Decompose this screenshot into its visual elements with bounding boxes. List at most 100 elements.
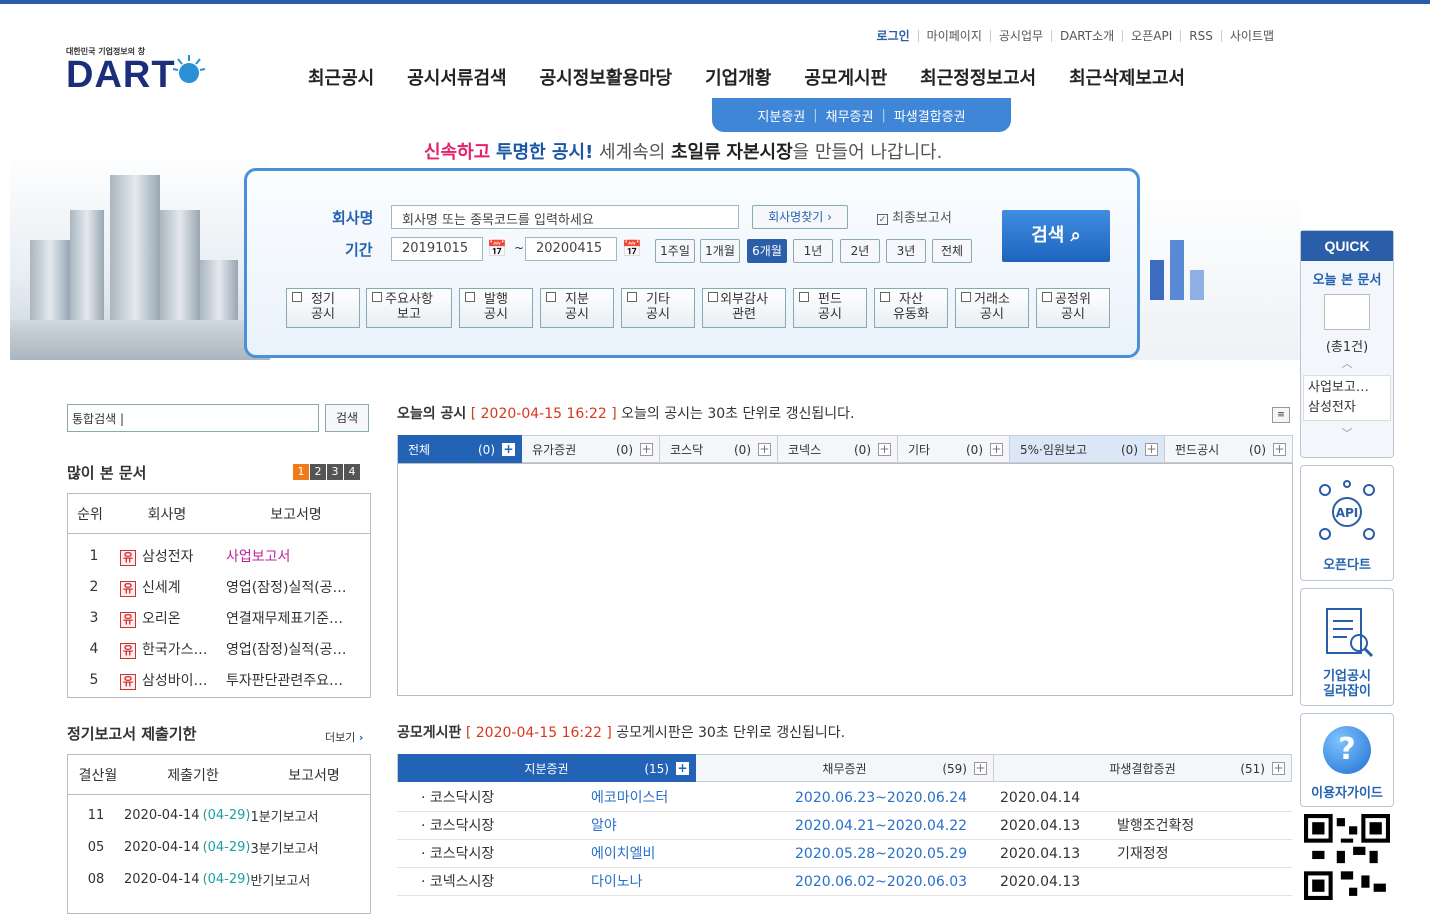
- plus-icon: +: [640, 442, 653, 456]
- table-row[interactable]: 3 유 오리온 연결재무제표기준…: [68, 602, 370, 633]
- period-6month[interactable]: 6개월: [747, 239, 787, 263]
- category-periodic[interactable]: 정기 공시: [286, 288, 360, 328]
- tab-today-other[interactable]: 기타 (0) +: [898, 435, 1010, 463]
- find-company-button[interactable]: 회사명찾기 ›: [752, 205, 848, 229]
- sitemap-link[interactable]: 사이트맵: [1220, 30, 1282, 42]
- table-row[interactable]: · 코스닥시장 에이치엘비 2020.05.28~2020.05.29 2020.04…: [397, 840, 1292, 868]
- top-accent-bar: [0, 0, 1430, 4]
- rss-link[interactable]: RSS: [1180, 30, 1221, 42]
- date-from-input[interactable]: 20191015: [391, 237, 483, 261]
- plus-icon: +: [878, 442, 891, 456]
- plus-icon: +: [974, 761, 987, 775]
- chevron-down-icon[interactable]: ﹀: [1301, 425, 1393, 441]
- disclosure-work-link[interactable]: 공시업무: [989, 30, 1051, 42]
- category-abs[interactable]: 자산 유동화: [874, 288, 948, 328]
- open-dart-card[interactable]: API 오픈다트: [1300, 465, 1394, 581]
- final-report-checkbox[interactable]: ✓ 최종보고서: [877, 207, 952, 226]
- category-major[interactable]: 주요사항 보고: [366, 288, 452, 328]
- nav-recent-disclosures[interactable]: 최근공시: [308, 64, 374, 90]
- chevron-right-icon: ›: [358, 731, 364, 744]
- period-1week[interactable]: 1주일: [655, 239, 695, 263]
- popular-header: 순위 회사명 보고서명: [68, 494, 370, 534]
- tab-offering-equity[interactable]: 지분증권 (15) +: [398, 754, 696, 782]
- nav-recent-deletions[interactable]: 최근삭제보고서: [1069, 64, 1185, 90]
- plus-icon: +: [502, 442, 515, 456]
- dart-logo[interactable]: 대한민국 기업정보의 창 DART: [66, 46, 246, 96]
- offering-header: 공모게시판 [ 2020-04-15 16:22 ] 공모게시판은 30초 단위…: [397, 725, 846, 741]
- table-row[interactable]: · 코스닥시장 알야 2020.04.21~2020.04.22 2020.04.13…: [397, 812, 1292, 840]
- category-equity[interactable]: 지분 공시: [540, 288, 614, 328]
- api-icon: API: [1319, 480, 1375, 540]
- popular-pager: 1 2 3 4: [293, 464, 360, 480]
- nav-company-overview[interactable]: 기업개황: [705, 64, 771, 90]
- calendar-from-icon[interactable]: 📅: [487, 239, 507, 258]
- open-api-link[interactable]: 오픈API: [1122, 30, 1180, 42]
- period-3year[interactable]: 3년: [886, 239, 926, 263]
- calendar-to-icon[interactable]: 📅: [622, 239, 642, 258]
- table-row[interactable]: 11 2020-04-14 (04-29) 1분기보고서: [68, 799, 370, 831]
- question-icon: ?: [1323, 726, 1371, 774]
- tab-today-kospi[interactable]: 유가증권 (0) +: [522, 435, 660, 463]
- category-issuance[interactable]: 발행 공시: [459, 288, 533, 328]
- nav-data-utilization[interactable]: 공시정보활용마당: [540, 64, 672, 90]
- qr-code: [1300, 814, 1394, 904]
- list-toggle-icon[interactable]: ≡: [1272, 407, 1290, 423]
- nav-document-search[interactable]: 공시서류검색: [407, 64, 506, 90]
- subnav-equity[interactable]: 지분증권: [757, 106, 805, 125]
- company-input[interactable]: 회사명 또는 종목코드를 입력하세요: [391, 205, 739, 229]
- nav-recent-corrections[interactable]: 최근정정보고서: [920, 64, 1036, 90]
- tab-offering-debt[interactable]: 채무증권 (59) +: [696, 754, 994, 782]
- period-2year[interactable]: 2년: [840, 239, 880, 263]
- tab-today-kosdaq[interactable]: 코스닥 (0) +: [660, 435, 778, 463]
- category-ftc[interactable]: 공정위 공시: [1036, 288, 1110, 328]
- table-row[interactable]: 5 유 삼성바이… 투자판단관련주요…: [68, 664, 370, 695]
- recent-doc-item[interactable]: 사업보고… 삼성전자: [1303, 375, 1391, 421]
- deadline-more-link[interactable]: 더보기 ›: [325, 729, 363, 745]
- login-link[interactable]: 로그인: [869, 30, 918, 42]
- period-label: 기간: [345, 241, 373, 259]
- popular-page-3[interactable]: 3: [327, 464, 343, 480]
- table-row[interactable]: 4 유 한국가스… 영업(잠정)실적(공…: [68, 633, 370, 664]
- user-guide-card[interactable]: ? 이용자가이드: [1300, 713, 1394, 807]
- tab-today-fund[interactable]: 펀드공시 (0) +: [1165, 435, 1293, 463]
- tab-today-5pct[interactable]: 5%·임원보고 (0) +: [1010, 435, 1165, 463]
- tab-offering-derivative[interactable]: 파생결합증권 (51) +: [994, 754, 1292, 782]
- date-to-input[interactable]: 20200415: [525, 237, 617, 261]
- plus-icon: +: [990, 442, 1003, 456]
- search-button[interactable]: 검색 ⌕: [1002, 210, 1110, 262]
- today-header: 오늘의 공시 [ 2020-04-15 16:22 ] 오늘의 공시는 30초 …: [397, 406, 855, 422]
- about-dart-link[interactable]: DART소개: [1051, 30, 1122, 42]
- category-audit[interactable]: 외부감사 관련: [702, 288, 786, 328]
- main-nav: 최근공시 공시서류검색 공시정보활용마당 기업개황 공모게시판 최근정정보고서 …: [308, 64, 1185, 90]
- table-row[interactable]: 05 2020-04-14 (04-29) 3분기보고서: [68, 831, 370, 863]
- total-search-input[interactable]: 통합검색 |: [67, 404, 319, 432]
- table-row[interactable]: 1 유 삼성전자 사업보고서: [68, 540, 370, 571]
- table-row[interactable]: · 코스닥시장 에코마이스터 2020.06.23~2020.06.24 2020.0…: [397, 784, 1292, 812]
- mypage-link[interactable]: 마이페이지: [917, 30, 990, 42]
- table-row[interactable]: · 코넥스시장 다이노나 2020.06.02~2020.06.03 2020.04.…: [397, 868, 1292, 896]
- tab-today-all[interactable]: 전체 (0) +: [398, 435, 522, 463]
- quick-menu: QUICK 오늘 본 문서 (총1건) ︿ 사업보고… 삼성전자 ﹀: [1300, 230, 1394, 458]
- period-1year[interactable]: 1년: [793, 239, 833, 263]
- plus-icon: +: [1272, 761, 1285, 775]
- search-panel: 회사명 회사명 또는 종목코드를 입력하세요 회사명찾기 › ✓ 최종보고서 기간…: [244, 168, 1140, 358]
- period-1month[interactable]: 1개월: [700, 239, 740, 263]
- nav-offering-board[interactable]: 공모게시판: [804, 64, 887, 90]
- popular-page-1[interactable]: 1: [293, 464, 309, 480]
- total-search-button[interactable]: 검색: [325, 404, 369, 432]
- category-fund[interactable]: 펀드 공시: [793, 288, 867, 328]
- subnav-debt[interactable]: 채무증권: [826, 106, 874, 125]
- period-all[interactable]: 전체: [932, 239, 972, 263]
- popular-page-4[interactable]: 4: [344, 464, 360, 480]
- category-other[interactable]: 기타 공시: [621, 288, 695, 328]
- table-row[interactable]: 08 2020-04-14 (04-29) 반기보고서: [68, 863, 370, 895]
- table-row[interactable]: 2 유 신세계 영업(잠정)실적(공…: [68, 571, 370, 602]
- popular-page-2[interactable]: 2: [310, 464, 326, 480]
- category-exchange[interactable]: 거래소 공시: [955, 288, 1029, 328]
- today-list: [397, 463, 1293, 696]
- document-search-icon: [1326, 608, 1374, 658]
- tab-today-konex[interactable]: 코넥스 (0) +: [778, 435, 898, 463]
- subnav-derivative[interactable]: 파생결합증권: [894, 106, 966, 125]
- chevron-up-icon[interactable]: ︿: [1301, 355, 1393, 371]
- disclosure-guide-card[interactable]: 기업공시 길라잡이: [1300, 588, 1394, 706]
